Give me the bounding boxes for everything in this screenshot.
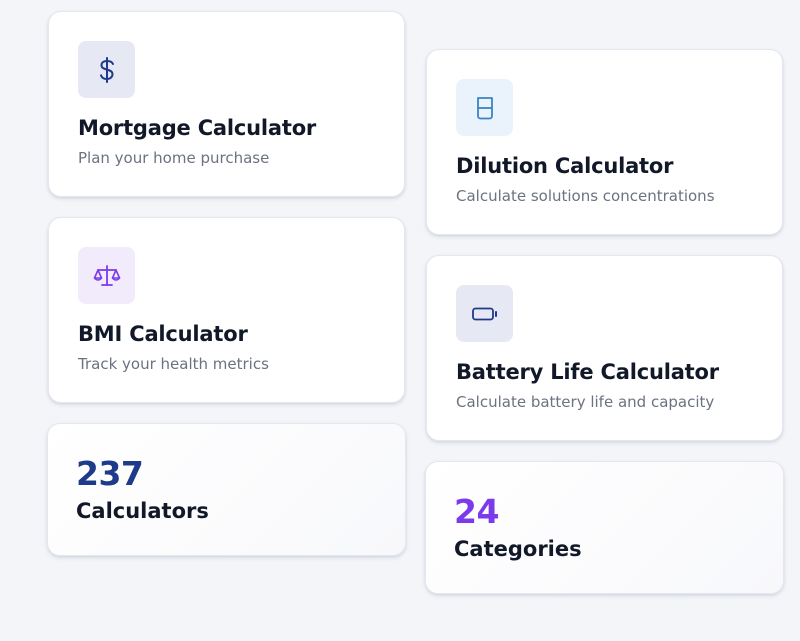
- card-title: BMI Calculator: [78, 322, 248, 346]
- icon-box: [456, 79, 513, 136]
- beaker-icon: [476, 96, 493, 119]
- card-title: Dilution Calculator: [456, 154, 674, 178]
- icon-box: [78, 247, 135, 304]
- dollar-icon: [99, 56, 114, 83]
- stat-value: 24: [454, 492, 499, 531]
- card-description: Plan your home purchase: [78, 149, 270, 167]
- scale-icon: [93, 264, 120, 286]
- calculator-card-dilution[interactable]: Dilution Calculator Calculate solutions …: [426, 49, 783, 235]
- card-description: Track your health metrics: [78, 355, 269, 373]
- calculator-card-mortgage[interactable]: Mortgage Calculator Plan your home purch…: [48, 11, 405, 197]
- card-description: Calculate battery life and capacity: [456, 393, 715, 411]
- calculator-card-bmi[interactable]: BMI Calculator Track your health metrics: [48, 217, 405, 403]
- stat-card-calculators: 237 Calculators: [47, 423, 406, 556]
- battery-icon: [471, 307, 497, 320]
- card-title: Battery Life Calculator: [456, 360, 719, 384]
- card-title: Mortgage Calculator: [78, 116, 317, 140]
- stat-label: Calculators: [76, 499, 209, 523]
- icon-box: [78, 41, 135, 98]
- stat-label: Categories: [454, 537, 582, 561]
- icon-box: [456, 285, 513, 342]
- calculator-card-battery-life[interactable]: Battery Life Calculator Calculate batter…: [426, 255, 783, 441]
- stat-value: 237: [76, 454, 144, 493]
- stat-card-categories: 24 Categories: [425, 461, 784, 594]
- card-description: Calculate solutions concentrations: [456, 187, 715, 205]
